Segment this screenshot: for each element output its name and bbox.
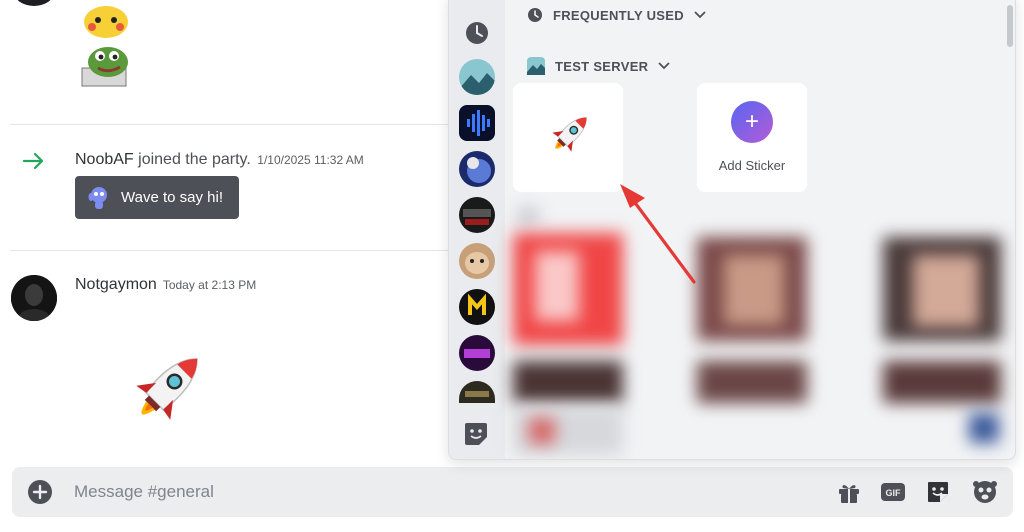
pikachu-sticker <box>84 6 128 38</box>
pepe-sticker <box>81 47 128 87</box>
frequently-used-header[interactable]: FREQUENTLY USED <box>527 7 706 23</box>
blurred-sticker[interactable] <box>697 361 807 403</box>
server-audio-icon[interactable] <box>459 105 495 141</box>
rocket-sticker-icon <box>552 117 587 152</box>
wave-button[interactable]: Wave to say hi! <box>75 176 239 219</box>
divider <box>10 250 448 251</box>
join-timestamp: 1/10/2025 11:32 AM <box>257 153 364 167</box>
picker-category-rail <box>449 0 505 459</box>
clock-icon <box>528 8 542 22</box>
server-mountain-icon[interactable] <box>459 59 495 95</box>
server-cat-icon[interactable] <box>459 243 495 279</box>
test-server-header[interactable]: TEST SERVER <box>527 57 671 75</box>
gif-icon-text: GIF <box>886 488 902 498</box>
rocket-sticker[interactable] <box>116 340 216 440</box>
server-mountain-icon <box>527 57 545 75</box>
blurred-sticker[interactable] <box>969 413 999 443</box>
test-server-label: TEST SERVER <box>555 58 649 74</box>
add-sticker-tile[interactable]: + Add Sticker <box>697 83 807 192</box>
server-earth-icon[interactable] <box>459 151 495 187</box>
recent-clock-icon[interactable] <box>459 15 495 51</box>
message-input[interactable]: Message #general <box>74 482 214 502</box>
gif-icon[interactable]: GIF <box>880 479 906 505</box>
server-unite-icon[interactable] <box>459 335 495 371</box>
sticker-icon[interactable] <box>925 479 951 505</box>
user-photo-icon <box>11 275 57 321</box>
blurred-sticker-detail <box>529 418 555 444</box>
blurred-sticker-detail <box>913 255 979 327</box>
avatar[interactable] <box>11 275 57 321</box>
message-composer: Message #general GIF <box>12 467 1013 517</box>
chevron-down-icon <box>694 11 706 19</box>
plus-icon: + <box>731 101 773 143</box>
blurred-sticker-detail <box>724 255 784 325</box>
server-m-logo-icon[interactable] <box>459 289 495 325</box>
join-action-text: joined the party. <box>133 151 251 168</box>
blurred-sticker[interactable] <box>883 361 1001 403</box>
picker-scrollbar[interactable] <box>1007 5 1013 47</box>
emoji-icon[interactable] <box>972 479 998 505</box>
join-arrow-icon <box>22 152 44 170</box>
sticker-picker: FREQUENTLY USED TEST SERVER + Add Sticke… <box>448 0 1016 460</box>
blurred-sticker-detail <box>535 251 579 321</box>
rocket-sticker-tile[interactable] <box>513 83 623 192</box>
blurred-sticker[interactable] <box>513 361 623 403</box>
message-header: Notgaymon Today at 2:13 PM <box>75 276 256 294</box>
join-message: NoobAF joined the party. 1/10/2025 11:32… <box>75 151 364 169</box>
wumpus-wave-icon <box>88 186 107 209</box>
picker-content: FREQUENTLY USED TEST SERVER + Add Sticke… <box>509 0 1013 459</box>
divider <box>10 124 448 125</box>
server-call-of-duty-icon[interactable] <box>459 197 495 233</box>
wave-button-label: Wave to say hi! <box>121 189 223 206</box>
message-author[interactable]: Notgaymon <box>75 276 157 293</box>
server-combat-icon[interactable] <box>459 381 495 403</box>
add-attachment-icon[interactable] <box>28 480 52 504</box>
add-sticker-label: Add Sticker <box>718 158 786 173</box>
blurred-sticker[interactable] <box>517 207 539 225</box>
message-timestamp: Today at 2:13 PM <box>162 278 257 292</box>
sticker-settings-icon[interactable] <box>459 417 495 453</box>
gift-icon[interactable] <box>836 479 862 505</box>
avatar[interactable] <box>14 0 54 6</box>
frequently-used-label: FREQUENTLY USED <box>553 7 684 23</box>
chevron-down-icon <box>658 62 671 70</box>
join-username[interactable]: NoobAF <box>75 151 134 168</box>
